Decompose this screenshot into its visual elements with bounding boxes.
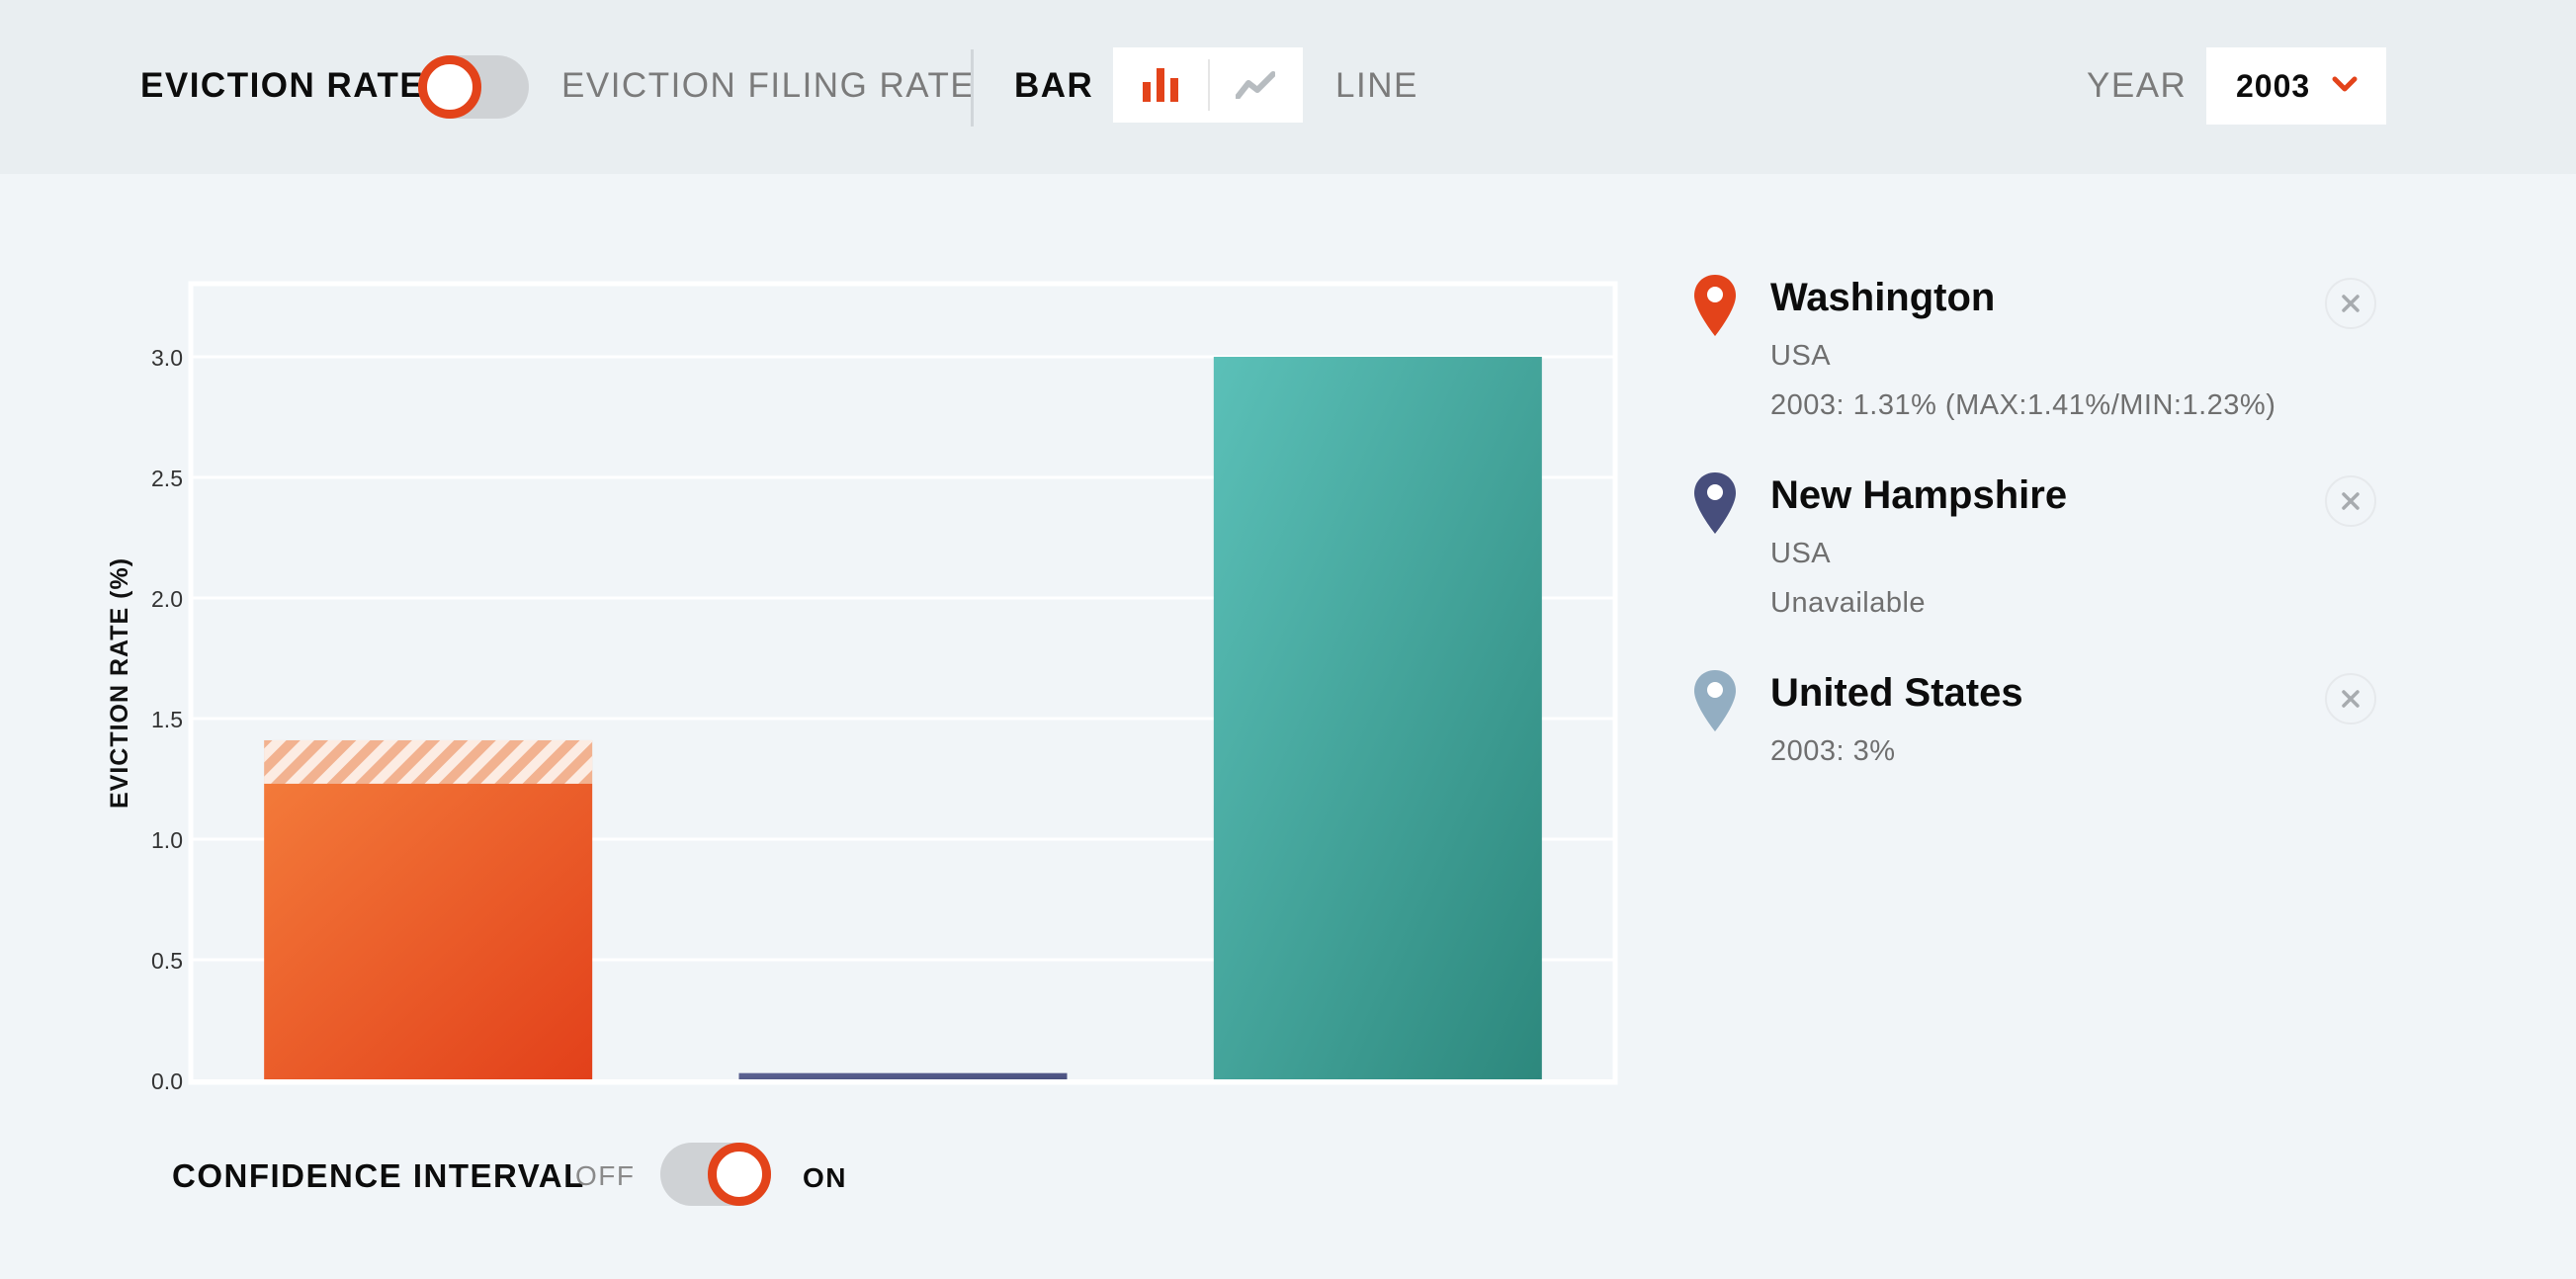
legend-item-washington[interactable]: Washington USA 2003: 1.31% (MAX:1.41%/MI… [1692,273,2384,451]
remove-button[interactable] [2325,475,2376,527]
bar-chart: 0.0 0.5 1.0 1.5 2.0 2.5 3.0 EVICTION RATE (%) [0,174,1661,1123]
legend-region: USA [1770,340,1832,372]
legend-detail: 2003: 3% [1770,735,1896,767]
y-tick-label: 1.5 [151,707,183,732]
legend-item-new-hampshire[interactable]: New Hampshire USA Unavailable [1692,470,2384,629]
confidence-interval-toggle[interactable] [660,1143,771,1206]
y-tick-label: 2.0 [151,586,183,612]
map-pin-icon [1694,472,1736,534]
remove-button[interactable] [2325,278,2376,329]
pin-shape [1694,472,1736,534]
y-tick-label: 2.5 [151,466,183,491]
bar-label[interactable]: BAR [1014,65,1093,107]
legend-detail: Unavailable [1770,587,1927,619]
bar-new-hampshire[interactable] [738,1072,1068,1080]
legend-name: United States [1770,671,2023,715]
close-icon [2342,690,2360,708]
legend-name: New Hampshire [1770,473,2068,517]
y-tick-label: 3.0 [151,345,183,371]
metric-toggle[interactable] [418,55,529,119]
confidence-interval-hatch [264,739,593,784]
map-pin-icon [1694,670,1736,731]
year-value: 2003 [2236,68,2311,104]
map-pin-icon [1694,275,1736,336]
remove-button[interactable] [2325,673,2376,725]
bar-chart-button[interactable] [1113,47,1208,123]
legend-name: Washington [1770,276,1996,319]
bar-chart-icon [1143,68,1178,102]
bar-united-states[interactable] [1213,357,1542,1080]
chart-svg: 0.0 0.5 1.0 1.5 2.0 2.5 3.0 EVICTION RATE (%) [106,281,1618,1094]
y-axis-label: EVICTION RATE (%) [106,557,133,809]
chevron-down-icon [2332,76,2358,92]
legend-region: USA [1770,538,1832,569]
year-label: YEAR [2087,66,2188,105]
bar-washington[interactable] [264,783,593,1080]
confidence-interval-label: CONFIDENCE INTERVAL [172,1157,585,1194]
line-chart-icon [1236,71,1275,99]
divider [971,49,974,127]
legend-item-united-states[interactable]: United States 2003: 3% [1692,668,2384,787]
y-tick-label: 0.0 [151,1068,183,1094]
toggle-knob [418,55,481,119]
top-control-bar: EVICTION RATE EVICTION FILING RATE BAR L… [0,0,2576,174]
legend-detail: 2003: 1.31% (MAX:1.41%/MIN:1.23%) [1770,389,2276,421]
ci-off-option[interactable]: OFF [575,1158,636,1194]
y-tick-label: 0.5 [151,948,183,974]
line-label[interactable]: LINE [1335,65,1418,107]
chart-type-switch [1113,47,1303,123]
close-icon [2342,295,2360,312]
pin-shape [1694,670,1736,731]
eviction-filing-rate-option[interactable]: EVICTION FILING RATE [561,65,975,107]
toggle-knob [708,1143,771,1206]
line-chart-button[interactable] [1208,47,1303,123]
close-icon [2342,492,2360,510]
ci-on-option[interactable]: ON [803,1160,847,1196]
eviction-rate-option[interactable]: EVICTION RATE [140,65,424,107]
year-select[interactable]: 2003 [2206,47,2386,125]
pin-shape [1694,275,1736,336]
y-tick-label: 1.0 [151,827,183,853]
